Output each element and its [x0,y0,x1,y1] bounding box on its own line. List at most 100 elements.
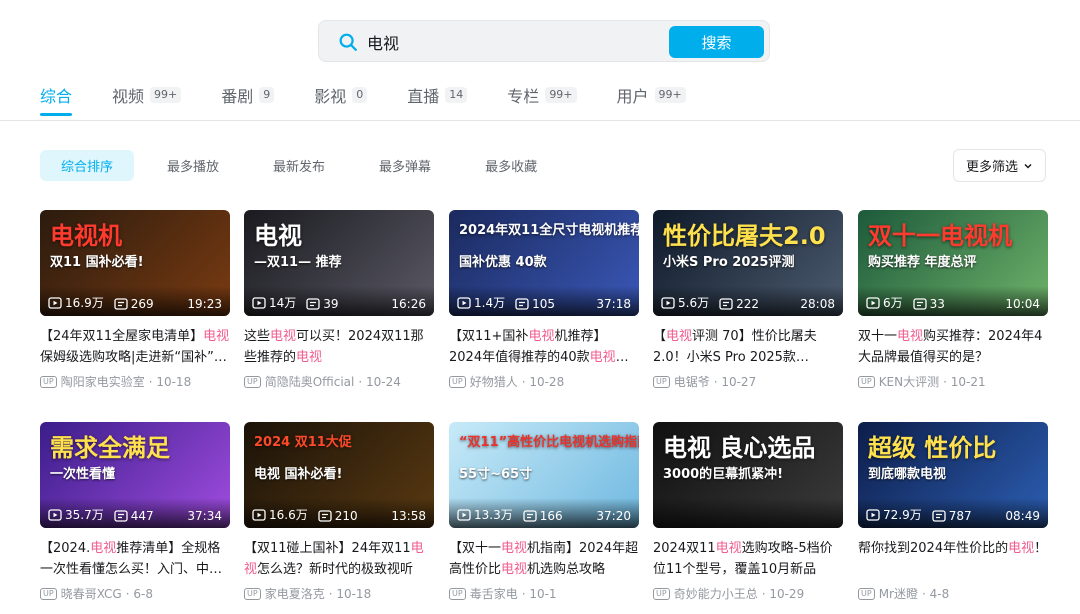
video-title[interactable]: 【24年双11全屋家电清单】电视保姆级选购攻略|走进新“国补”时代 [40,326,230,368]
uploader-name[interactable]: 家电夏洛克 [265,585,325,602]
tab-1[interactable]: 视频 99+ [112,84,182,106]
video-card[interactable]: 2024年双11全尺寸电视机推荐 国补优惠 40款 1.4万 105 37:18 【双11… [449,210,639,390]
video-duration: 08:49 [1005,509,1040,523]
danmaku-icon [912,298,927,310]
video-title[interactable]: 【双十一电视机指南】2024年超高性价比电视机选购总攻略 [449,538,639,580]
video-thumbnail[interactable]: 电视 —双11— 推荐 14万 39 16:26 [244,210,434,316]
tab-5[interactable]: 专栏 99+ [507,84,577,106]
up-badge: UP [858,375,875,388]
video-thumbnail[interactable]: 电视机 双11 国补必看! 16.9万 269 19:23 [40,210,230,316]
video-meta: UP Mr迷瞪 · 4-8 [858,585,1048,602]
video-title[interactable]: 双十一电视购买推荐：2024年4大品牌最值得买的是？ [858,326,1048,368]
uploader-name[interactable]: 毒舌家电 [470,585,518,602]
uploader-name[interactable]: 陶阳家电实验室 [61,373,145,390]
upload-date: · 10-24 [358,374,401,389]
video-card[interactable]: 电视 良心选品 3000的巨幕抓紧冲! 2024双11电视选购攻略-5档价位11个型… [653,422,843,602]
video-title[interactable]: 这些电视可以买！2024双11那些推荐的电视 [244,326,434,368]
video-card[interactable]: 需求全满足 一次性看懂 35.7万 447 37:34 【2024.电视推荐清单】全规格一… [40,422,230,602]
uploader-name[interactable]: 奇妙能力小王总 [674,585,758,602]
keyword-highlight: 电视 [90,541,117,556]
video-meta: UP 奇妙能力小王总 · 10-29 [653,585,843,602]
video-card[interactable]: 性价比屠夫2.0 小米S Pro 2025评测 5.6万 222 28:08 【电视评测 … [653,210,843,390]
video-card[interactable]: 2024 双11大促 电视 国补必看! 16.6万 210 13:58 【双11碰上国补】… [244,422,434,602]
video-title[interactable]: 【双11+国补电视机推荐】2024年值得推荐的40款电视机型 [449,326,639,368]
video-thumbnail[interactable]: “双11”高性价比电视机选购指南 55寸~65寸 13.3万 166 37:20 [449,422,639,528]
title-text: 【2024. [40,541,91,556]
sort-option-4[interactable]: 最多收藏 [464,150,558,181]
video-title[interactable]: 帮你找到2024年性价比的电视！ [858,538,1048,580]
upload-date: · 10-1 [521,586,557,601]
search-button[interactable]: 搜索 [669,26,764,58]
search-input[interactable] [367,29,667,55]
video-title[interactable]: 【双11碰上国补】24年双11电视怎么选？新时代的极致视听 [244,538,434,580]
view-count: 6万 [866,294,903,311]
thumbnail-headline: “双11”高性价比电视机选购指南 [459,435,639,450]
video-card[interactable]: 超级 性价比 到底哪款电视 72.9万 787 08:49 帮你找到2024年性价比的电视… [858,422,1048,602]
keyword-highlight: 电视 [203,329,230,344]
uploader-name[interactable]: KEN大评测 [879,373,939,390]
video-duration: 13:58 [391,509,426,523]
up-badge: UP [244,587,261,600]
video-thumbnail[interactable]: 性价比屠夫2.0 小米S Pro 2025评测 5.6万 222 28:08 [653,210,843,316]
video-duration: 16:26 [391,297,426,311]
tab-label: 影视 [314,87,347,106]
uploader-name[interactable]: 好物猎人 [470,373,518,390]
thumbnail-headline: 超级 性价比 [868,434,997,462]
tab-count-badge: 0 [352,87,368,103]
title-text: 保姆级选购攻略|走进新“国补”时代 [40,350,227,365]
uploader-name[interactable]: 电锯爷 [674,373,710,390]
up-badge: UP [244,375,261,388]
title-text: 【 [653,329,667,344]
view-count: 5.6万 [661,294,709,311]
up-badge: UP [40,375,57,388]
thumbnail-subline: —双11— 推荐 [254,255,342,270]
video-thumbnail[interactable]: 2024 双11大促 电视 国补必看! 16.6万 210 13:58 [244,422,434,528]
video-thumbnail[interactable]: 需求全满足 一次性看懂 35.7万 447 37:34 [40,422,230,528]
sort-option-2[interactable]: 最新发布 [252,150,346,181]
video-duration: 37:18 [596,297,631,311]
keyword-highlight: 电视 [666,329,693,344]
up-badge: UP [653,375,670,388]
upload-date: · 10-18 [148,374,192,389]
sort-option-3[interactable]: 最多弹幕 [358,150,452,181]
sort-option-0[interactable]: 综合排序 [40,150,135,181]
tab-3[interactable]: 影视 0 [314,84,368,106]
tab-4[interactable]: 直播 14 [407,84,468,106]
video-meta: UP 陶阳家电实验室 · 10-18 [40,373,230,390]
video-thumbnail[interactable]: 双十一电视机 购买推荐 年度总评 6万 33 10:04 [858,210,1048,316]
tab-6[interactable]: 用户 99+ [617,84,686,106]
video-thumbnail[interactable]: 电视 良心选品 3000的巨幕抓紧冲! [653,422,843,528]
video-card[interactable]: 电视 —双11— 推荐 14万 39 16:26 这些电视可以买！2024双11那些推荐的… [244,210,434,390]
video-card[interactable]: 双十一电视机 购买推荐 年度总评 6万 33 10:04 双十一电视购买推荐：2024年4… [858,210,1048,390]
more-filter-button[interactable]: 更多筛选 [953,149,1046,182]
upload-date: · 10-18 [328,586,372,601]
video-title[interactable]: 【2024.电视推荐清单】全规格一次性看懂怎么买！入门、中端、高端 [40,538,230,580]
uploader-name[interactable]: Mr迷瞪 [879,585,918,602]
tab-label: 番剧 [221,87,254,106]
title-text: 双十一 [858,329,898,344]
uploader-name[interactable]: 晓春哥XCG [61,585,122,602]
video-card[interactable]: “双11”高性价比电视机选购指南 55寸~65寸 13.3万 166 37:20 【双十一… [449,422,639,602]
video-duration: 19:23 [187,297,222,311]
tab-2[interactable]: 番剧 9 [221,84,275,106]
video-title[interactable]: 【电视评测 70】性价比屠夫2.0！小米S Pro 2025款MiniLED [653,326,843,368]
danmaku-icon [719,298,733,310]
video-card[interactable]: 电视机 双11 国补必看! 16.9万 269 19:23 【24年双11全屋家电清单】电… [40,210,230,390]
keyword-highlight: 电视 [528,329,555,344]
up-badge: UP [449,375,466,388]
danmaku-count: 39 [306,297,339,311]
video-thumbnail[interactable]: 超级 性价比 到底哪款电视 72.9万 787 08:49 [858,422,1048,528]
chevron-down-icon [1024,163,1032,169]
tab-0[interactable]: 综合 [40,84,73,116]
uploader-name[interactable]: 简隐陆奥Official [265,373,355,390]
video-duration: 10:04 [1005,297,1040,311]
video-meta: UP 晓春哥XCG · 6-8 [40,585,230,602]
video-thumbnail[interactable]: 2024年双11全尺寸电视机推荐 国补优惠 40款 1.4万 105 37:18 [449,210,639,316]
video-title[interactable]: 2024双11电视选购攻略-5档价位11个型号，覆盖10月新品 [653,538,843,580]
keyword-highlight: 电视 [501,562,528,577]
title-text: 【双11碰上国补】24年双11 [244,541,411,556]
upload-date: · 10-27 [713,374,757,389]
sort-option-1[interactable]: 最多播放 [146,150,240,181]
keyword-highlight: 电视 [715,541,742,556]
tab-count-badge: 14 [445,87,468,103]
